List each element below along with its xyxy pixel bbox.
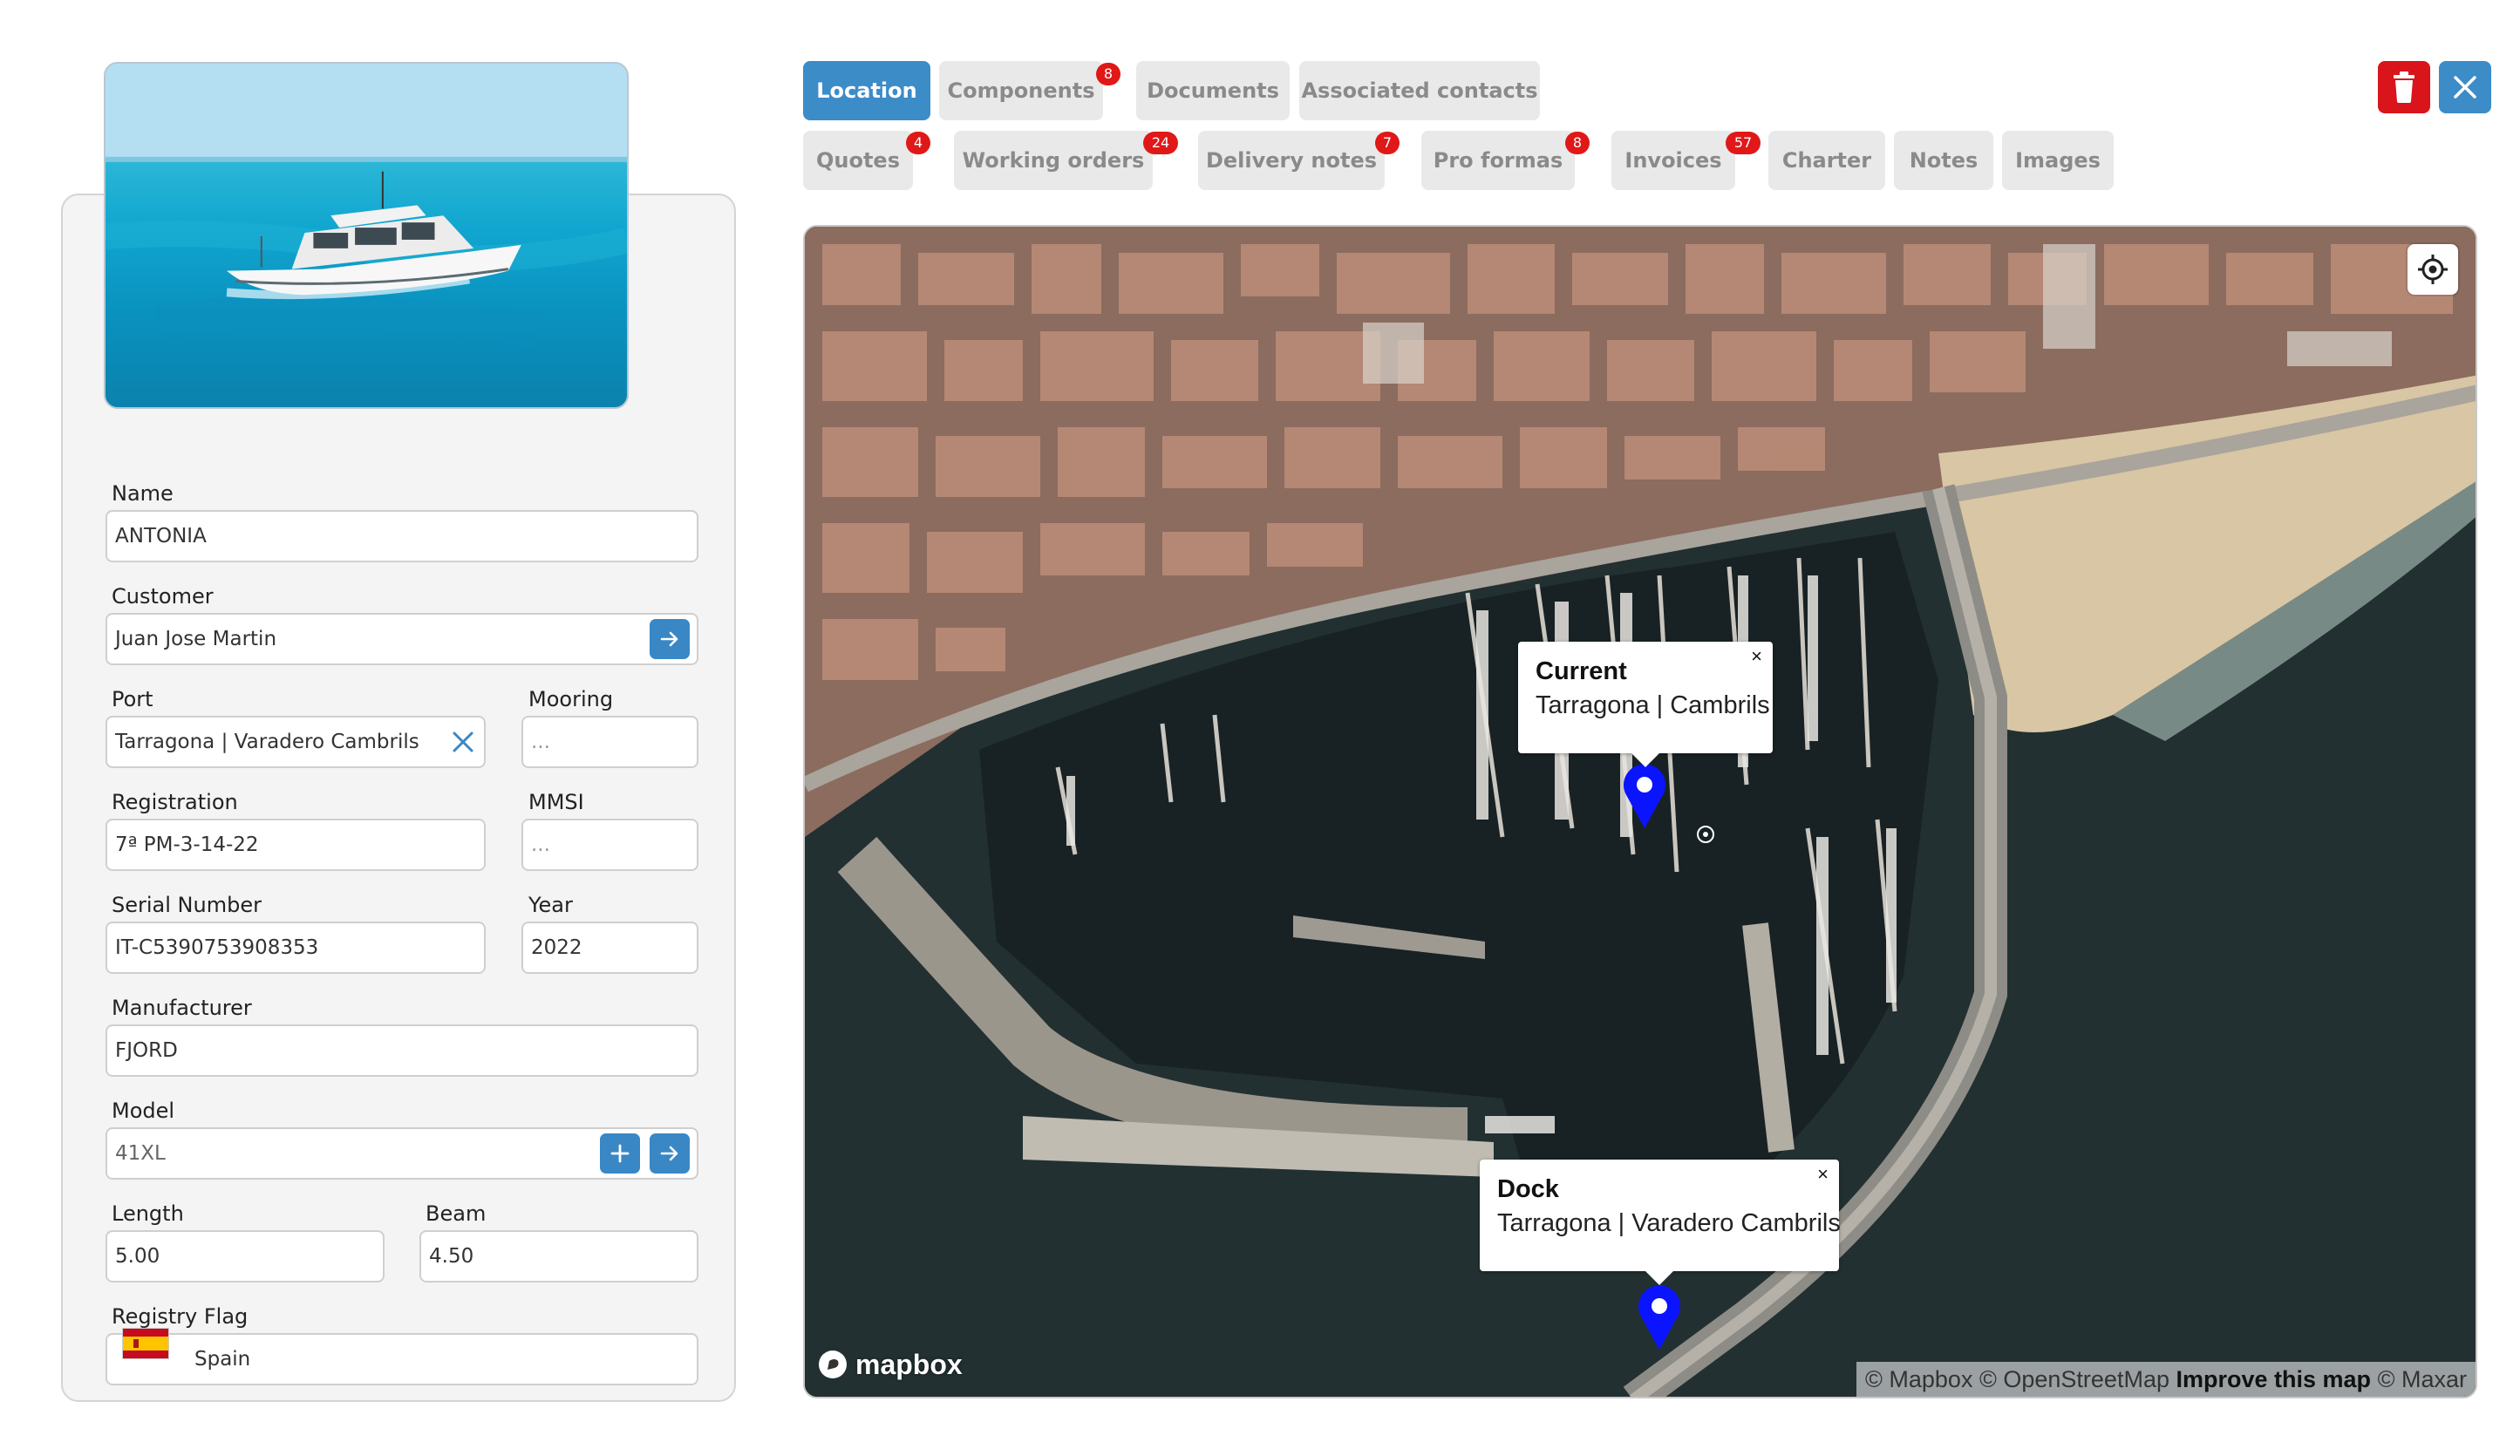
year-field[interactable]: 2022	[521, 922, 698, 974]
location-map[interactable]: × Current Tarragona | Cambrils × Dock Ta…	[803, 225, 2477, 1398]
tab-quotes[interactable]: Quotes	[803, 131, 913, 190]
quotes-badge: 4	[906, 132, 930, 154]
add-model-button[interactable]	[600, 1133, 640, 1174]
current-popup-close-icon[interactable]: ×	[1751, 645, 1762, 668]
mapbox-logo-icon	[819, 1351, 847, 1378]
working-orders-badge: 24	[1143, 132, 1178, 154]
length-label: Length	[112, 1201, 184, 1226]
mooring-field[interactable]: ...	[521, 716, 698, 768]
registration-field[interactable]: 7ª PM-3-14-22	[106, 819, 486, 871]
plus-icon	[610, 1144, 630, 1163]
tab-charter[interactable]: Charter	[1768, 131, 1885, 190]
port-label: Port	[112, 687, 153, 711]
close-button[interactable]	[2439, 61, 2491, 113]
dock-popup-close-icon[interactable]: ×	[1817, 1163, 1829, 1186]
trash-icon	[2394, 71, 2414, 103]
serial-label: Serial Number	[112, 893, 262, 917]
invoices-badge: 57	[1726, 132, 1761, 154]
name-label: Name	[112, 481, 174, 506]
improve-map-link[interactable]: Improve this map	[2176, 1366, 2372, 1392]
components-badge: 8	[1096, 63, 1120, 85]
serial-field[interactable]: IT-C5390753908353	[106, 922, 486, 974]
tab-associated-contacts[interactable]: Associated contacts	[1299, 61, 1540, 120]
mmsi-field[interactable]: ...	[521, 819, 698, 871]
spain-flag-icon	[122, 1328, 169, 1359]
map-attribution: © Mapbox © OpenStreetMap Improve this ma…	[1856, 1362, 2476, 1397]
dock-popup-title: Dock	[1497, 1175, 1559, 1203]
manufacturer-field[interactable]: FJORD	[106, 1024, 698, 1077]
tab-images[interactable]: Images	[2002, 131, 2114, 190]
current-location-popup: × Current Tarragona | Cambrils	[1518, 642, 1773, 767]
mooring-label: Mooring	[528, 687, 614, 711]
mapbox-attribution-link[interactable]: © Mapbox	[1865, 1366, 1972, 1392]
manufacturer-label: Manufacturer	[112, 996, 252, 1020]
arrow-right-icon	[660, 1146, 678, 1161]
customer-field[interactable]: Juan Jose Martin	[106, 613, 698, 665]
model-go-button[interactable]	[650, 1133, 690, 1174]
year-label: Year	[528, 893, 573, 917]
dock-location-popup: × Dock Tarragona | Varadero Cambrils	[1480, 1160, 1841, 1285]
arrow-right-icon	[660, 631, 678, 647]
geolocate-icon	[2418, 255, 2448, 284]
current-popup-subtitle: Tarragona | Cambrils	[1536, 691, 1770, 719]
tab-documents[interactable]: Documents	[1136, 61, 1290, 120]
boat-photo	[104, 62, 629, 409]
registry-flag-select[interactable]: Spain	[106, 1333, 698, 1385]
tab-notes[interactable]: Notes	[1894, 131, 1993, 190]
mmsi-label: MMSI	[528, 790, 584, 814]
current-popup-title: Current	[1536, 657, 1627, 685]
clear-port-icon[interactable]	[452, 731, 474, 753]
delete-button[interactable]	[2378, 61, 2430, 113]
mapbox-logo-text: mapbox	[855, 1349, 963, 1380]
customer-label: Customer	[112, 584, 214, 609]
osm-attribution-link[interactable]: © OpenStreetMap	[1979, 1366, 2169, 1392]
geolocate-button[interactable]	[2408, 244, 2458, 295]
length-field[interactable]: 5.00	[106, 1230, 385, 1283]
port-field[interactable]: Tarragona | Varadero Cambrils	[106, 716, 486, 768]
tab-location[interactable]: Location	[803, 61, 930, 120]
beam-label: Beam	[426, 1201, 487, 1226]
name-field[interactable]: ANTONIA	[106, 510, 698, 562]
pro-formas-badge: 8	[1565, 132, 1590, 154]
registration-label: Registration	[112, 790, 238, 814]
mapbox-logo[interactable]: mapbox	[817, 1344, 963, 1385]
tab-pro-formas[interactable]: Pro formas	[1421, 131, 1575, 190]
delivery-notes-badge: 7	[1375, 132, 1400, 154]
customer-go-button[interactable]	[650, 619, 690, 659]
tab-components[interactable]: Components	[939, 61, 1103, 120]
tab-working-orders[interactable]: Working orders	[954, 131, 1153, 190]
maxar-attribution-link[interactable]: © Maxar	[2378, 1366, 2467, 1392]
registry-flag-label: Registry Flag	[112, 1304, 249, 1329]
tab-invoices[interactable]: Invoices	[1611, 131, 1735, 190]
model-label: Model	[112, 1099, 175, 1123]
close-icon	[2454, 76, 2476, 99]
tab-delivery-notes[interactable]: Delivery notes	[1198, 131, 1385, 190]
dock-popup-subtitle: Tarragona | Varadero Cambrils	[1497, 1209, 1841, 1237]
beam-field[interactable]: 4.50	[419, 1230, 698, 1283]
